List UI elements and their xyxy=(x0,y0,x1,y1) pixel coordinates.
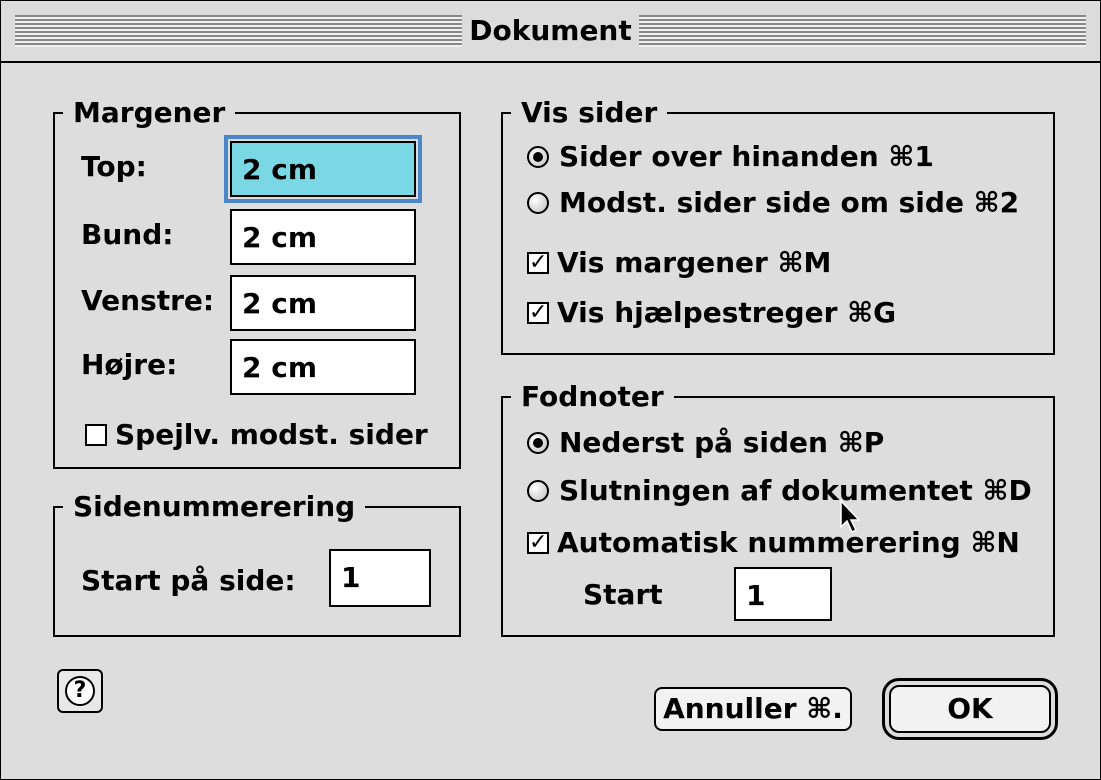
margins-legend: Margener xyxy=(73,96,226,129)
auto-numbering-checkbox[interactable]: ✓ Automatisk nummerering ⌘N xyxy=(527,525,1037,561)
right-label: Højre: xyxy=(81,348,178,381)
show-guides-checkbox[interactable]: ✓ Vis hjælpestreger ⌘G xyxy=(527,295,1027,331)
checkbox-box xyxy=(85,424,107,446)
radio-button xyxy=(527,480,549,502)
radio-end-of-document[interactable]: Slutningen af dokumentet ⌘D xyxy=(527,473,1037,509)
checkmark-icon: ✓ xyxy=(527,530,549,555)
radio-bottom-of-page[interactable]: Nederst på siden ⌘P xyxy=(527,425,1027,461)
start-page-label: Start på side: xyxy=(81,564,296,597)
help-button[interactable]: ? xyxy=(57,669,103,713)
top-margin-field[interactable]: 2 cm xyxy=(224,135,422,203)
mouse-pointer-icon xyxy=(840,499,861,534)
checkmark-icon: ✓ xyxy=(527,250,549,275)
show-guides-label: Vis hjælpestreger ⌘G xyxy=(557,296,897,329)
radio-button-selected xyxy=(527,432,549,454)
radio-facing-pages[interactable]: Modst. sider side om side ⌘2 xyxy=(527,185,1027,221)
footnote-start-label: Start xyxy=(583,578,663,611)
radio-pages-stacked-label: Sider over hinanden ⌘1 xyxy=(559,140,934,173)
bottom-label: Bund: xyxy=(81,218,174,251)
title-bar-stripes-left xyxy=(15,15,462,47)
right-margin-field[interactable]: 2 cm xyxy=(230,339,416,395)
show-margins-checkbox[interactable]: ✓ Vis margener ⌘M xyxy=(527,245,1027,281)
title-bar[interactable]: Dokument xyxy=(1,1,1100,63)
radio-bottom-of-page-label: Nederst på siden ⌘P xyxy=(559,426,885,459)
radio-facing-pages-label: Modst. sider side om side ⌘2 xyxy=(559,186,1020,219)
checkmark-icon: ✓ xyxy=(527,300,549,325)
document-dialog: Dokument Margener Top: 2 cm Bund: 2 cm V… xyxy=(0,0,1101,780)
cancel-button[interactable]: Annuller ⌘. xyxy=(654,687,852,731)
left-margin-field[interactable]: 2 cm xyxy=(230,275,416,331)
mirror-pages-checkbox[interactable]: Spejlv. modst. sider xyxy=(85,417,445,453)
radio-button-selected xyxy=(527,146,549,168)
top-label: Top: xyxy=(81,150,147,183)
mirror-pages-label: Spejlv. modst. sider xyxy=(115,418,428,451)
radio-end-of-document-label: Slutningen af dokumentet ⌘D xyxy=(559,474,1032,507)
start-page-field[interactable]: 1 xyxy=(329,549,431,607)
page-numbering-legend: Sidenummerering xyxy=(73,490,356,523)
show-margins-label: Vis margener ⌘M xyxy=(557,246,832,279)
auto-numbering-label: Automatisk nummerering ⌘N xyxy=(557,526,1020,559)
view-pages-legend: Vis sider xyxy=(521,96,658,129)
bottom-margin-field[interactable]: 2 cm xyxy=(230,209,416,265)
title-bar-stripes-right xyxy=(639,15,1086,47)
window-title: Dokument xyxy=(462,11,639,51)
radio-button xyxy=(527,192,549,214)
ok-button[interactable]: OK xyxy=(882,678,1058,740)
footnote-start-field[interactable]: 1 xyxy=(734,567,832,621)
left-label: Venstre: xyxy=(81,284,215,317)
radio-pages-stacked[interactable]: Sider over hinanden ⌘1 xyxy=(527,139,1027,175)
help-icon: ? xyxy=(65,676,95,706)
footnotes-legend: Fodnoter xyxy=(521,380,664,413)
